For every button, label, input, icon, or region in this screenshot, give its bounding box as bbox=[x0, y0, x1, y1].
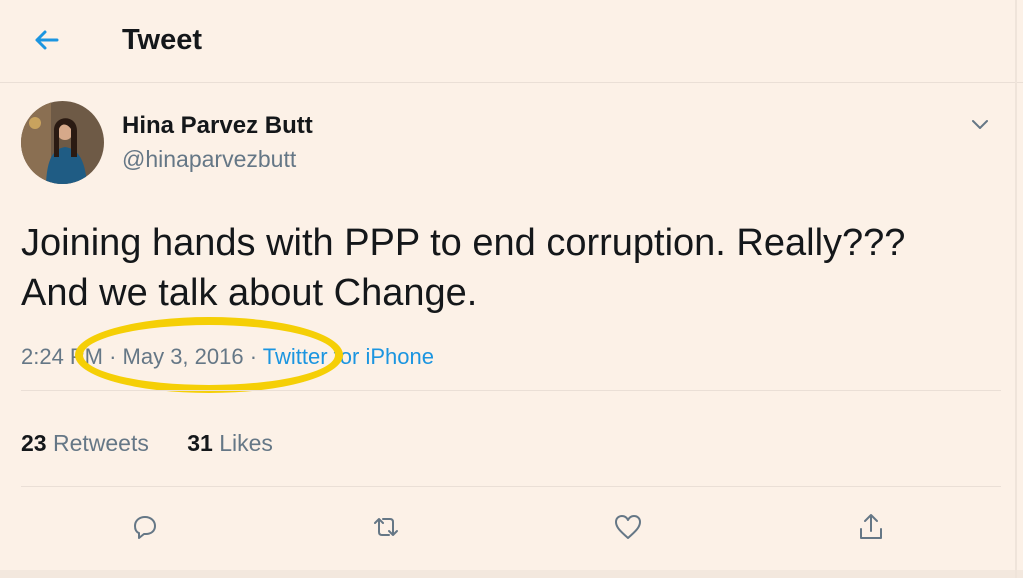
tweet-text-line-1: Joining hands with PPP to end corruption… bbox=[21, 222, 906, 264]
avatar[interactable] bbox=[21, 101, 104, 184]
like-icon[interactable] bbox=[611, 510, 645, 544]
share-icon[interactable] bbox=[854, 510, 888, 544]
divider bbox=[21, 486, 1001, 487]
likes-count: 31 bbox=[187, 430, 213, 456]
highlight-circle-annotation bbox=[75, 317, 343, 393]
page-title: Tweet bbox=[122, 24, 203, 56]
retweets-label: Retweets bbox=[52, 430, 149, 456]
retweet-icon[interactable] bbox=[369, 510, 403, 544]
bottom-border bbox=[0, 570, 1023, 578]
likes-stat[interactable]: 31 Likes bbox=[187, 430, 273, 456]
right-border bbox=[1015, 0, 1017, 578]
retweets-count: 23 bbox=[21, 430, 47, 456]
header-bar: Tweet bbox=[0, 0, 1023, 83]
tweet-text: Joining hands with PPP to end corruption… bbox=[21, 218, 1001, 318]
divider bbox=[21, 390, 1001, 391]
reply-icon[interactable] bbox=[127, 510, 161, 544]
tweet-text-line-2: And we talk about Change. bbox=[21, 272, 478, 314]
likes-label: Likes bbox=[219, 430, 273, 456]
tweet-stats: 23 Retweets 31 Likes bbox=[21, 430, 273, 457]
back-arrow-icon[interactable] bbox=[30, 24, 62, 56]
retweets-stat[interactable]: 23 Retweets bbox=[21, 430, 149, 456]
author-handle[interactable]: @hinaparvezbutt bbox=[122, 146, 296, 173]
chevron-down-icon[interactable] bbox=[966, 110, 994, 138]
author-name[interactable]: Hina Parvez Butt bbox=[122, 112, 313, 140]
